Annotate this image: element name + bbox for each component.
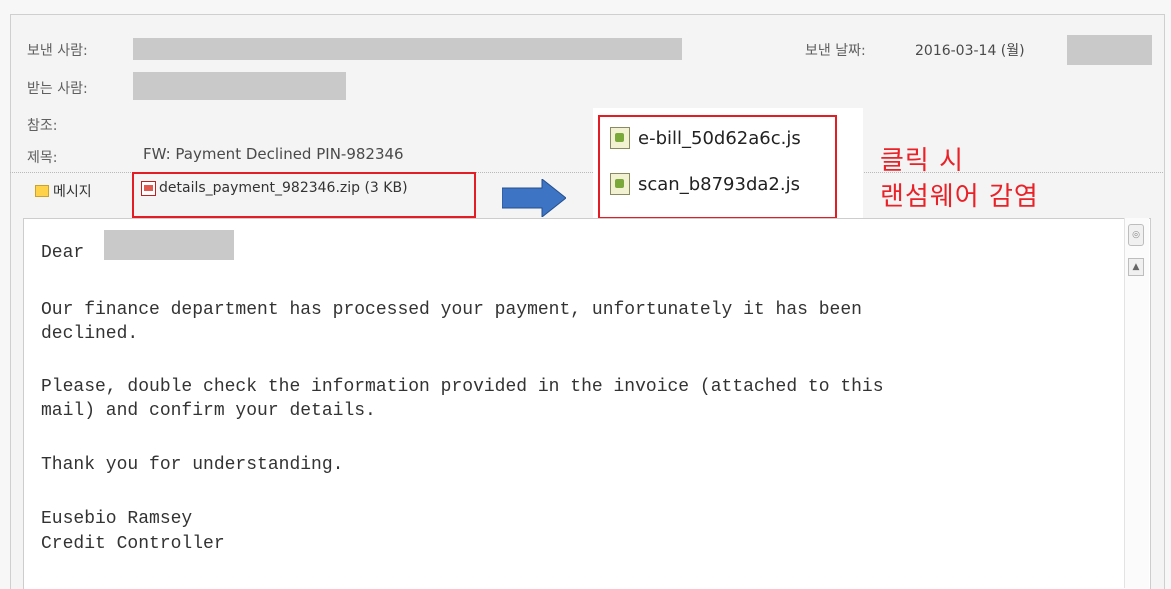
from-label: 보낸 사람:: [27, 43, 88, 59]
from-redacted: [133, 38, 682, 60]
scroll-options-icon[interactable]: ◎: [1128, 224, 1144, 246]
body-line: mail) and confirm your details.: [41, 401, 376, 421]
signature-name: Eusebio Ramsey: [41, 509, 193, 529]
to-label: 받는 사람:: [27, 81, 88, 97]
scroll-up-icon[interactable]: ▲: [1128, 258, 1144, 276]
tab-message-label: 메시지: [53, 184, 92, 200]
annotation-line1: 클릭 시: [880, 146, 965, 176]
body-line: Our finance department has processed you…: [41, 300, 862, 320]
message-icon: [35, 185, 49, 197]
signature-title: Credit Controller: [41, 534, 225, 554]
to-redacted: [133, 72, 346, 100]
subject-value: FW: Payment Declined PIN-982346: [143, 145, 404, 163]
js-highlight-box: [598, 115, 837, 219]
date-redacted: [1067, 35, 1152, 65]
subject-label: 제목:: [27, 150, 58, 166]
body-line: Thank you for understanding.: [41, 455, 344, 475]
recipient-name-redacted: [104, 230, 234, 260]
date-value: 2016-03-14 (월): [915, 43, 1025, 59]
date-label: 보낸 날짜:: [805, 43, 866, 59]
body-line: Please, double check the information pro…: [41, 377, 884, 397]
annotation-line2: 랜섬웨어 감염: [880, 182, 1039, 212]
greeting: Dear: [41, 243, 85, 263]
tab-message[interactable]: 메시지: [35, 181, 92, 201]
cc-label: 참조:: [27, 118, 58, 134]
body-line: declined.: [41, 324, 139, 344]
zip-highlight-box: [132, 172, 476, 218]
right-arrow-icon: [502, 179, 566, 217]
